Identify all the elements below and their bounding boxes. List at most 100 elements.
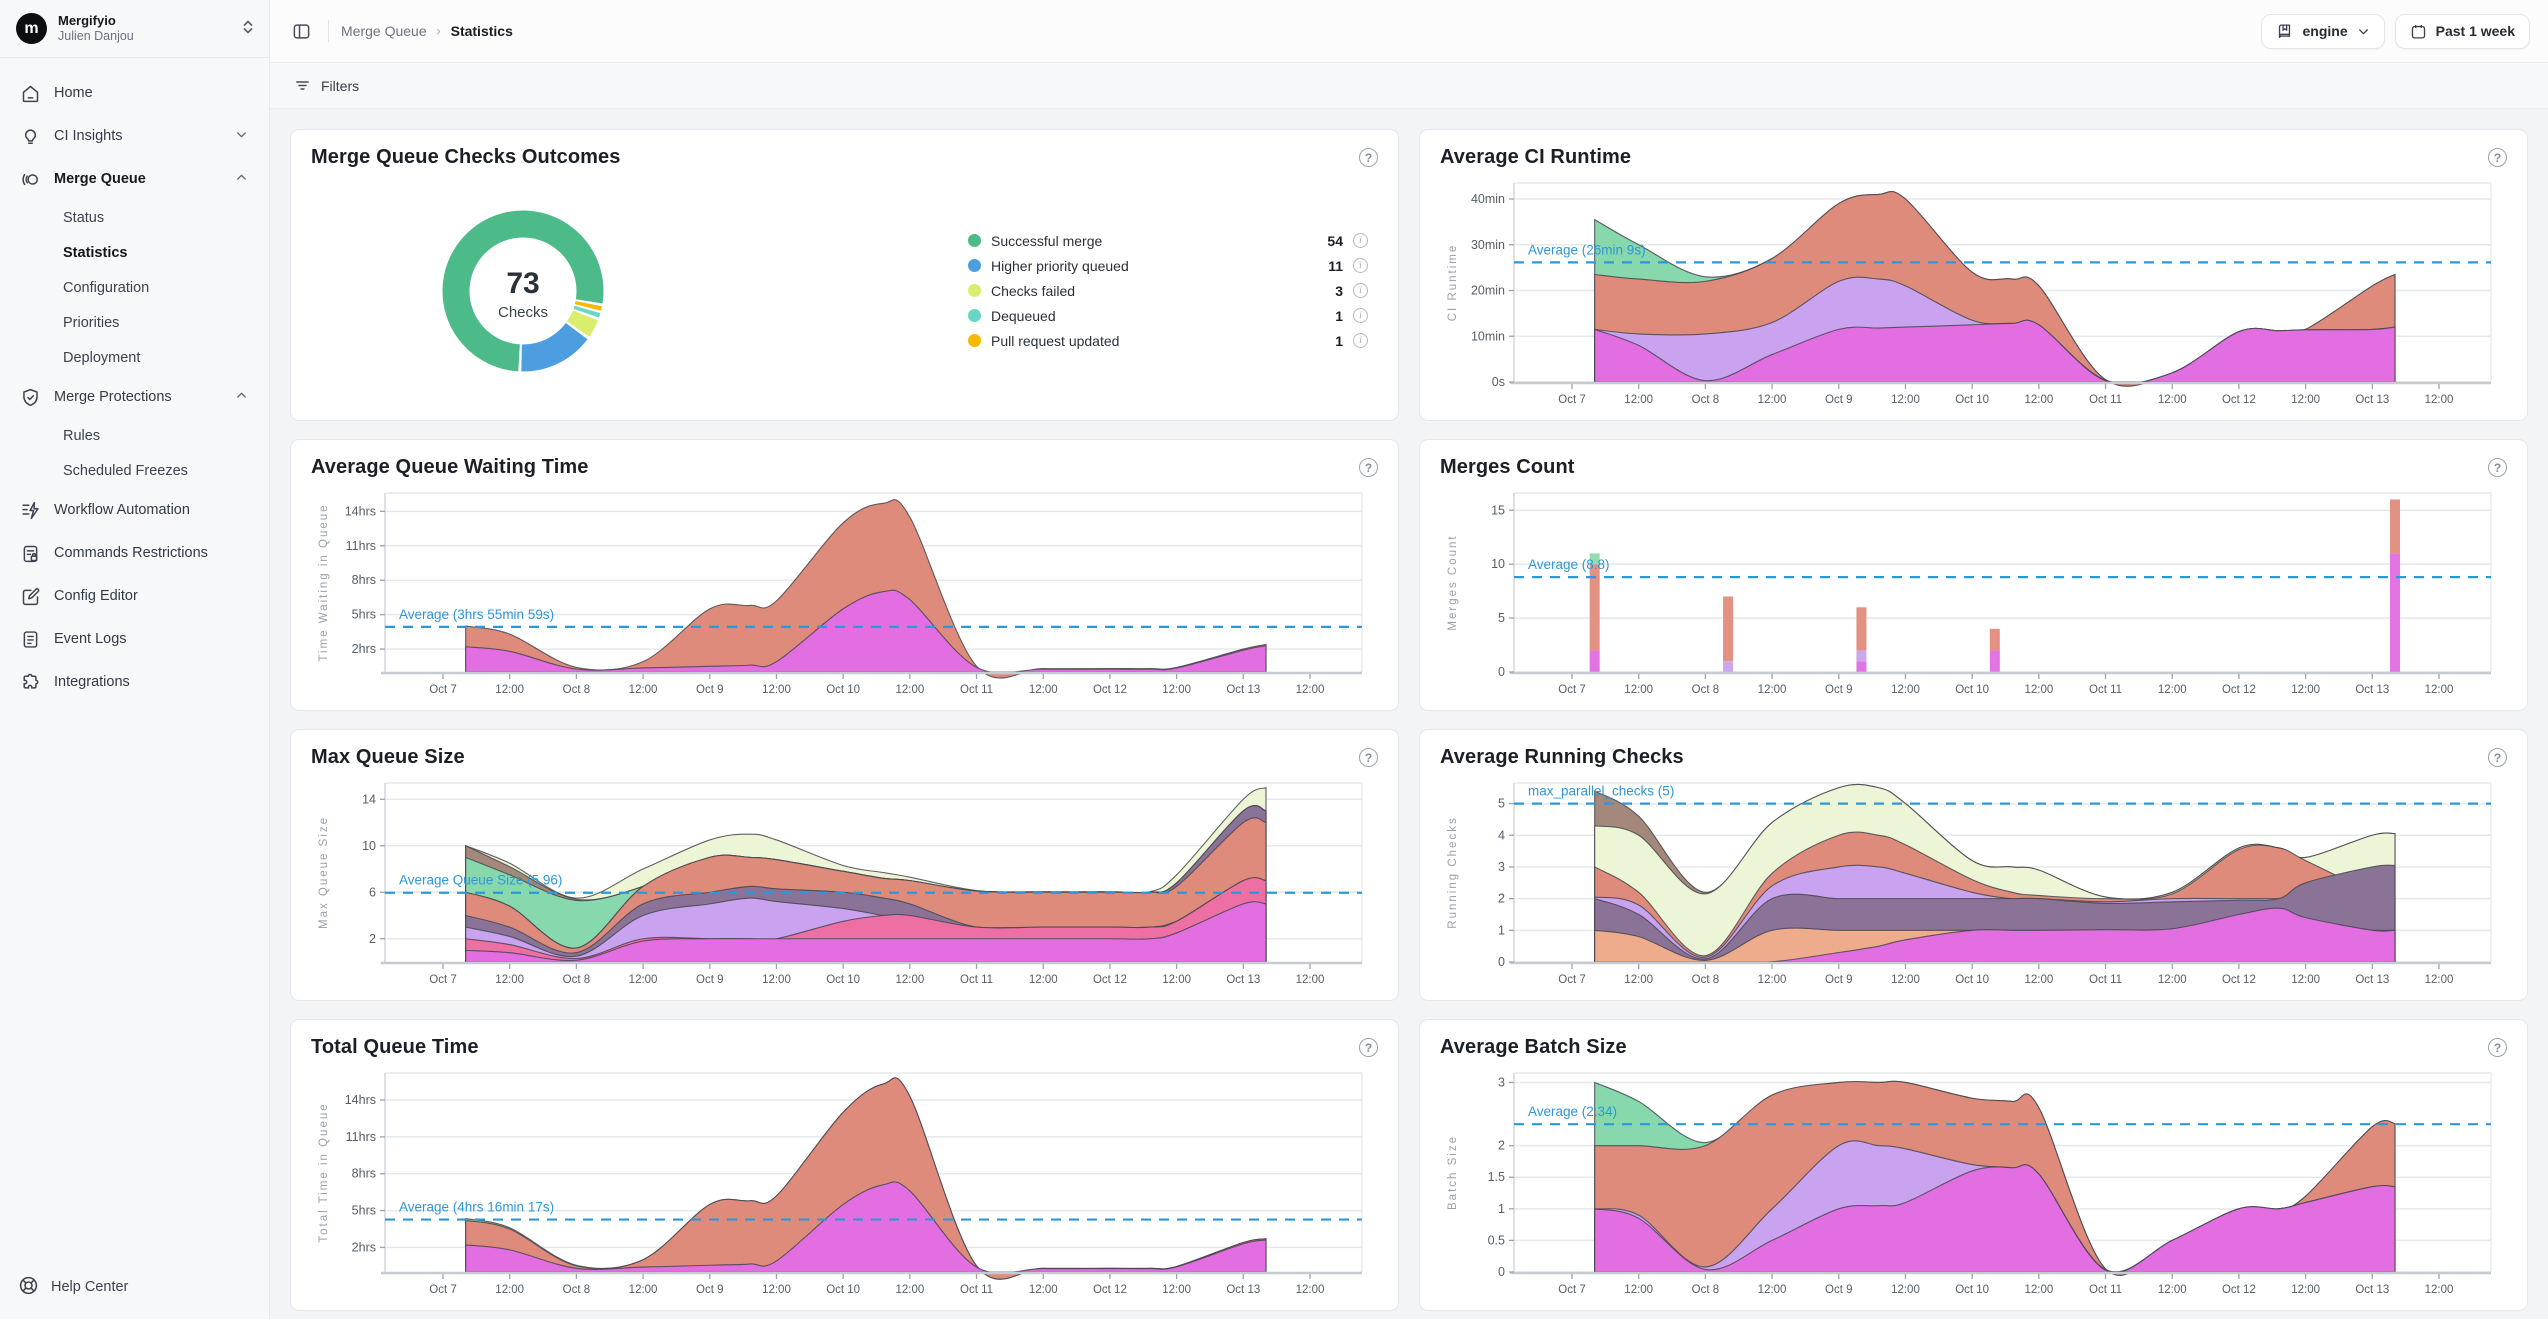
x-tick-label: 12:00	[1891, 1284, 1920, 1296]
sidebar-item-merge-queue[interactable]: Merge Queue	[10, 158, 259, 201]
sidebar-item-event-logs[interactable]: Event Logs	[10, 618, 259, 661]
card-merges-count: Merges Count?Average (8.8)051015Oct 712:…	[1419, 439, 2528, 711]
x-tick-label: Oct 10	[826, 684, 860, 696]
app-root: m Mergifyio Julien Danjou HomeCI Insight…	[0, 0, 2548, 1319]
x-tick-label: 12:00	[1624, 684, 1653, 696]
sidebar-item-deployment[interactable]: Deployment	[10, 341, 259, 376]
x-tick-label: 12:00	[1029, 684, 1058, 696]
sidebar-item-home[interactable]: Home	[10, 72, 259, 115]
sidebar-item-rules[interactable]: Rules	[10, 419, 259, 454]
time-range-button[interactable]: Past 1 week	[2395, 14, 2530, 49]
bar-segment[interactable]	[1856, 607, 1866, 650]
donut-segment-checks-failed[interactable]	[578, 315, 585, 329]
bar-segment[interactable]	[1856, 661, 1866, 672]
bar-segment[interactable]	[1990, 650, 2000, 672]
x-tick-label: Oct 8	[1692, 1284, 1719, 1296]
y-tick-label: 1	[1498, 1202, 1505, 1216]
y-axis-title: Total Time in Queue	[318, 1102, 330, 1242]
x-tick-label: Oct 7	[429, 1284, 456, 1296]
donut-segment-higher-priority-queued[interactable]	[522, 331, 577, 358]
legend-color-dot	[968, 234, 981, 247]
x-tick-label: Oct 9	[1825, 684, 1852, 696]
sidebar-item-scheduled-freezes[interactable]: Scheduled Freezes	[10, 454, 259, 489]
chart-ci-runtime: Average (26min 9s)0s10min20min30min40min…	[1440, 169, 2507, 412]
bar-segment[interactable]	[2390, 553, 2400, 672]
y-tick-label: 10	[1491, 557, 1505, 571]
shield-check-icon	[20, 387, 41, 408]
filters-bar[interactable]: Filters	[270, 63, 2548, 109]
help-question-icon[interactable]: ?	[2488, 1038, 2507, 1057]
x-tick-label: 12:00	[1162, 1284, 1191, 1296]
info-icon[interactable]: i	[1353, 283, 1368, 298]
x-tick-label: Oct 10	[1955, 684, 1989, 696]
legend-label: Checks failed	[991, 283, 1325, 299]
breadcrumb: Merge Queue › Statistics	[341, 23, 513, 39]
help-question-icon[interactable]: ?	[1359, 1038, 1378, 1057]
x-tick-label: 12:00	[2425, 1284, 2454, 1296]
help-question-icon[interactable]: ?	[1359, 148, 1378, 167]
sidebar-item-integrations[interactable]: Integrations	[10, 661, 259, 704]
sidebar-item-statistics[interactable]: Statistics	[10, 236, 259, 271]
info-icon[interactable]: i	[1353, 333, 1368, 348]
sidebar-item-configuration[interactable]: Configuration	[10, 271, 259, 306]
x-tick-label: 12:00	[1029, 974, 1058, 986]
chart-max-queue-size: Average Queue Size (5.96)261014Oct 712:0…	[311, 769, 1378, 992]
legend-value: 1	[1335, 308, 1343, 324]
document-icon	[20, 629, 41, 650]
help-center[interactable]: Help Center	[0, 1259, 269, 1319]
chart-merges-count: Average (8.8)051015Oct 712:00Oct 812:00O…	[1440, 479, 2507, 702]
info-icon[interactable]: i	[1353, 308, 1368, 323]
bar-segment[interactable]	[2390, 499, 2400, 553]
info-icon[interactable]: i	[1353, 258, 1368, 273]
x-tick-label: Oct 11	[960, 974, 993, 986]
sidebar-item-label: Status	[63, 210, 249, 226]
help-question-icon[interactable]: ?	[1359, 458, 1378, 477]
sidebar-item-merge-protections[interactable]: Merge Protections	[10, 376, 259, 419]
help-question-icon[interactable]: ?	[1359, 748, 1378, 767]
sidebar-item-workflow-automation[interactable]: Workflow Automation	[10, 489, 259, 532]
org-switcher[interactable]: m Mergifyio Julien Danjou	[0, 0, 269, 58]
sidebar-item-label: Workflow Automation	[54, 502, 249, 518]
donut-segment-dequeued[interactable]	[586, 309, 587, 313]
repository-selector[interactable]: engine	[2261, 14, 2384, 49]
sidebar-item-label: Statistics	[63, 245, 249, 261]
x-tick-label: Oct 13	[1226, 974, 1260, 986]
sidebar-toggle-button[interactable]	[286, 16, 316, 46]
info-icon[interactable]: i	[1353, 233, 1368, 248]
bar-segment[interactable]	[1856, 650, 1866, 661]
donut-segment-pull-request-updated[interactable]	[588, 303, 589, 307]
y-tick-label: 4	[1498, 828, 1505, 842]
sidebar-item-priorities[interactable]: Priorities	[10, 306, 259, 341]
y-tick-label: 11hrs	[346, 1130, 376, 1144]
org-avatar: m	[16, 13, 47, 44]
card-title: Average Batch Size	[1440, 1036, 1627, 1059]
breadcrumb-parent[interactable]: Merge Queue	[341, 23, 427, 39]
y-tick-label: 1	[1498, 923, 1505, 937]
sidebar-item-config-editor[interactable]: Config Editor	[10, 575, 259, 618]
average-annotation: Average (8.8)	[1528, 557, 1610, 572]
bar-segment[interactable]	[1723, 661, 1733, 672]
y-tick-label: 14hrs	[345, 504, 376, 518]
sidebar-nav: HomeCI InsightsMerge Queue Status Statisti…	[0, 58, 269, 1259]
donut-total-label: Checks	[498, 304, 548, 321]
chevron-up-down-icon	[241, 19, 255, 38]
y-tick-label: 20min	[1471, 284, 1505, 298]
user-name: Julien Danjou	[58, 29, 230, 45]
x-tick-label: 12:00	[2024, 974, 2053, 986]
bar-segment[interactable]	[1990, 629, 2000, 651]
sidebar-item-status[interactable]: Status	[10, 201, 259, 236]
x-tick-label: Oct 11	[960, 684, 993, 696]
help-question-icon[interactable]: ?	[2488, 458, 2507, 477]
sidebar-item-commands-restrictions[interactable]: Commands Restrictions	[10, 532, 259, 575]
sidebar-item-ci-insights[interactable]: CI Insights	[10, 115, 259, 158]
help-question-icon[interactable]: ?	[2488, 148, 2507, 167]
y-tick-label: 30min	[1471, 238, 1505, 252]
bar-segment[interactable]	[1590, 650, 1600, 672]
x-tick-label: Oct 12	[1093, 684, 1127, 696]
area-layer-magenta	[466, 590, 1266, 673]
help-question-icon[interactable]: ?	[2488, 748, 2507, 767]
y-tick-label: 6	[369, 885, 376, 899]
legend-color-dot	[968, 334, 981, 347]
repository-name: engine	[2302, 23, 2347, 39]
bar-segment[interactable]	[1723, 597, 1733, 662]
